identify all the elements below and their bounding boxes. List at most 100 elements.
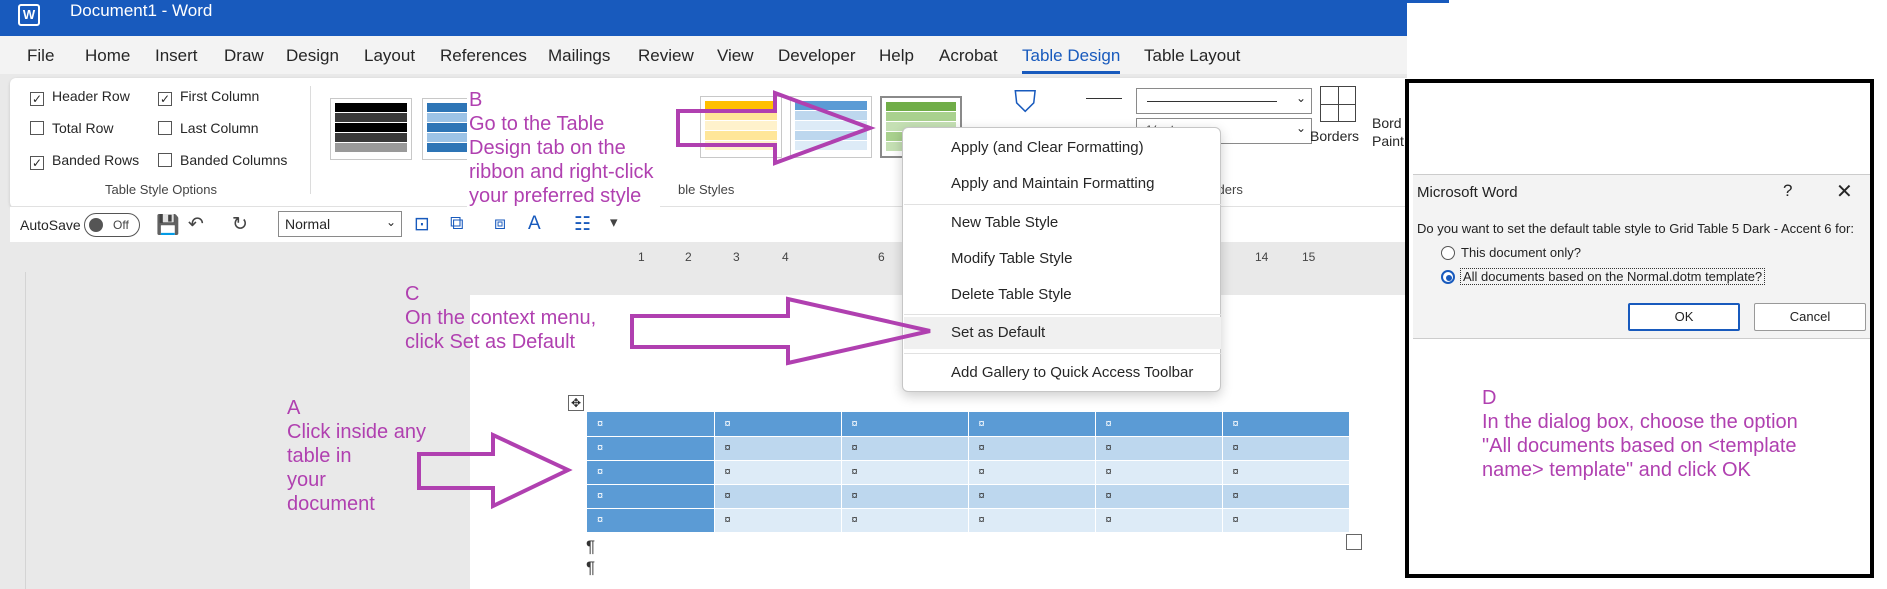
last-column-checkbox[interactable]: Last Column	[158, 120, 259, 136]
redo-icon[interactable]: ↻	[232, 213, 248, 236]
undo-icon[interactable]: ↶	[188, 213, 204, 236]
table-cell[interactable]: ¤	[1095, 508, 1223, 533]
tab-design[interactable]: Design	[286, 46, 339, 66]
total-row-checkbox[interactable]: Total Row	[30, 120, 113, 136]
shading-icon[interactable]: ⛉	[1014, 86, 1037, 120]
radio-this-document[interactable]: This document only?	[1441, 245, 1581, 260]
context-menu: Apply (and Clear Formatting) Apply and M…	[902, 127, 1221, 392]
table-cell[interactable]: ¤	[714, 412, 842, 437]
autosave-toggle[interactable]: Off	[84, 213, 140, 237]
table-cell[interactable]: ¤	[968, 484, 1096, 509]
table-cell[interactable]: ¤	[714, 484, 842, 509]
table-cell[interactable]: ¤	[841, 460, 969, 485]
text-effects-icon[interactable]: A	[528, 213, 541, 235]
table-cell[interactable]: ¤	[714, 508, 842, 533]
table-cell[interactable]: ¤	[1095, 484, 1223, 509]
close-icon[interactable]: ✕	[1836, 179, 1853, 204]
table-cell[interactable]: ¤	[1222, 412, 1350, 437]
tab-home[interactable]: Home	[85, 46, 130, 66]
table-cell[interactable]: ¤	[587, 436, 715, 461]
annotation-a: A Click inside any table in your document	[287, 397, 426, 515]
banded-rows-checkbox[interactable]: ✓ Banded Rows	[30, 152, 139, 170]
table-cell[interactable]: ¤	[587, 412, 715, 437]
table-cell[interactable]: ¤	[1222, 508, 1350, 533]
line-style-select[interactable]: ⌄	[1136, 88, 1312, 114]
table-cell[interactable]: ¤	[968, 436, 1096, 461]
header-row-checkbox[interactable]: ✓ Header Row	[30, 88, 130, 106]
tab-file[interactable]: File	[27, 46, 54, 66]
tab-insert[interactable]: Insert	[155, 46, 198, 66]
table-icon[interactable]: ☷	[574, 213, 591, 236]
customize-toolbar-icon[interactable]: ▾	[610, 213, 618, 231]
menu-new-table-style[interactable]: New Table Style	[904, 207, 1221, 239]
menu-add-gallery-to-qat[interactable]: Add Gallery to Quick Access Toolbar	[904, 357, 1221, 389]
bring-forward-icon[interactable]: ⧈	[494, 213, 506, 235]
table-row[interactable]: ¤ ¤ ¤ ¤ ¤ ¤	[587, 484, 1350, 509]
table-resize-handle[interactable]	[1346, 534, 1362, 550]
document-table[interactable]: ¤ ¤ ¤ ¤ ¤ ¤ ¤ ¤ ¤ ¤ ¤ ¤ ¤ ¤ ¤ ¤ ¤ ¤ ¤ ¤ ¤ ¤ ¤ ¤ ¤ ¤ ¤ ¤ ¤ ¤	[587, 412, 1350, 533]
table-cell[interactable]: ¤	[714, 436, 842, 461]
table-cell[interactable]: ¤	[1222, 460, 1350, 485]
tab-help[interactable]: Help	[879, 46, 914, 66]
table-row[interactable]: ¤ ¤ ¤ ¤ ¤ ¤	[587, 436, 1350, 461]
ribbon-tabs: File Home Insert Draw Design Layout Refe…	[0, 36, 1407, 74]
cancel-button[interactable]: Cancel	[1754, 303, 1866, 331]
borders-button[interactable]: Borders	[1310, 128, 1359, 144]
table-cell[interactable]: ¤	[587, 508, 715, 533]
banded-columns-checkbox[interactable]: Banded Columns	[158, 152, 287, 168]
table-row[interactable]: ¤ ¤ ¤ ¤ ¤ ¤	[587, 508, 1350, 533]
radio-all-documents[interactable]: All documents based on the Normal.dotm t…	[1441, 268, 1766, 285]
menu-modify-table-style[interactable]: Modify Table Style	[904, 243, 1221, 275]
tab-acrobat[interactable]: Acrobat	[939, 46, 998, 66]
table-cell[interactable]: ¤	[1222, 484, 1350, 509]
tab-references[interactable]: References	[440, 46, 527, 66]
border-painter-button[interactable]: Bord Paint	[1372, 114, 1407, 150]
table-cell[interactable]: ¤	[968, 460, 1096, 485]
table-cell[interactable]: ¤	[841, 484, 969, 509]
table-style-thumb-gold[interactable]	[700, 96, 782, 158]
table-cell[interactable]: ¤	[841, 508, 969, 533]
ok-button[interactable]: OK	[1628, 303, 1740, 331]
borders-icon[interactable]	[1320, 86, 1356, 122]
shapes-icon[interactable]: ⧉	[450, 213, 464, 235]
menu-delete-table-style[interactable]: Delete Table Style	[904, 279, 1221, 311]
tab-layout[interactable]: Layout	[364, 46, 415, 66]
table-style-thumb-blue[interactable]	[422, 98, 472, 160]
table-styles-label: ble Styles	[678, 182, 735, 197]
border-style-icon[interactable]	[1086, 98, 1122, 99]
help-icon[interactable]: ?	[1783, 181, 1792, 201]
tab-review[interactable]: Review	[638, 46, 694, 66]
table-cell[interactable]: ¤	[968, 508, 1096, 533]
table-cell[interactable]: ¤	[1095, 412, 1223, 437]
menu-apply-maintain-formatting[interactable]: Apply and Maintain Formatting	[904, 168, 1221, 200]
paragraph-mark: ¶	[586, 537, 596, 556]
tab-view[interactable]: View	[717, 46, 754, 66]
save-icon[interactable]: 💾	[156, 213, 180, 237]
table-cell[interactable]: ¤	[841, 412, 969, 437]
table-cell[interactable]: ¤	[968, 412, 1096, 437]
text-box-icon[interactable]: ⊡	[414, 213, 430, 236]
menu-set-as-default[interactable]: Set as Default	[904, 317, 1221, 349]
table-cell[interactable]: ¤	[1095, 436, 1223, 461]
tab-table-layout[interactable]: Table Layout	[1144, 46, 1240, 66]
table-row[interactable]: ¤ ¤ ¤ ¤ ¤ ¤	[587, 460, 1350, 485]
table-cell[interactable]: ¤	[841, 436, 969, 461]
table-row[interactable]: ¤ ¤ ¤ ¤ ¤ ¤	[587, 412, 1350, 437]
tab-mailings[interactable]: Mailings	[548, 46, 610, 66]
first-column-checkbox[interactable]: ✓ First Column	[158, 88, 259, 106]
table-cell[interactable]: ¤	[714, 460, 842, 485]
dialog-title: Microsoft Word	[1417, 184, 1518, 201]
style-select[interactable]: Normal ⌄	[278, 211, 402, 237]
table-style-thumb-blue-grid[interactable]	[790, 96, 872, 158]
table-cell[interactable]: ¤	[1095, 460, 1223, 485]
table-move-handle-icon[interactable]: ✥	[568, 395, 584, 411]
table-cell[interactable]: ¤	[1222, 436, 1350, 461]
tab-table-design[interactable]: Table Design	[1022, 46, 1120, 66]
table-style-thumb-black[interactable]	[330, 98, 412, 160]
tab-draw[interactable]: Draw	[224, 46, 264, 66]
menu-apply-clear-formatting[interactable]: Apply (and Clear Formatting)	[904, 132, 1221, 164]
tab-developer[interactable]: Developer	[778, 46, 856, 66]
table-cell[interactable]: ¤	[587, 460, 715, 485]
annotation-c: C On the context menu, click Set as Defau…	[405, 283, 597, 353]
table-cell[interactable]: ¤	[587, 484, 715, 509]
